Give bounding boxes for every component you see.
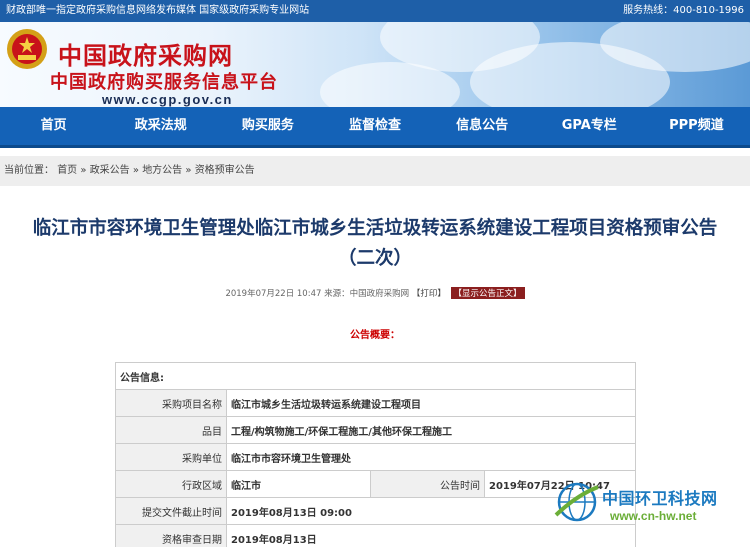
nav-item-gpa[interactable]: GPA专栏 — [536, 107, 643, 145]
national-emblem-icon — [7, 29, 47, 69]
site-banner: 中国政府采购网 中国政府购买服务信息平台 www.ccgp.gov.cn — [0, 22, 750, 107]
nav-item-supervision[interactable]: 监督检查 — [321, 107, 428, 145]
site-logo-url: www.ccgp.gov.cn — [102, 92, 233, 107]
print-link[interactable]: 【打印】 — [412, 289, 446, 299]
table-heading: 公告信息: — [115, 362, 636, 390]
watermark: 中国环卫科技网 www.cn-hw.net — [548, 475, 750, 547]
table-row: 采购项目名称 临江市城乡生活垃圾转运系统建设工程项目 — [115, 389, 636, 417]
page-title: 临江市市容环境卫生管理处临江市城乡生活垃圾转运系统建设工程项目资格预审公告（二次… — [32, 218, 718, 269]
nav-item-purchase-service[interactable]: 购买服务 — [214, 107, 321, 145]
field-label: 采购项目名称 — [115, 389, 227, 417]
breadcrumb-prequalification[interactable]: 资格预审公告 — [195, 165, 255, 176]
field-value: 临江市市容环境卫生管理处 — [226, 443, 636, 471]
table-row: 品目 工程/构筑物施工/环保工程施工/其他环保工程施工 — [115, 416, 636, 444]
breadcrumb-separator: » — [132, 165, 139, 176]
watermark-text: 中国环卫科技网 — [602, 489, 718, 508]
globe-logo-icon — [554, 482, 599, 522]
breadcrumb: 当前位置： 首页 » 政采公告 » 地方公告 » 资格预审公告 — [0, 156, 750, 186]
article-meta: 2019年07月22日 10:47 来源：中国政府采购网 【打印】 【显示公告正… — [0, 287, 750, 299]
field-value: 临江市城乡生活垃圾转运系统建设工程项目 — [226, 389, 636, 417]
watermark-url: www.cn-hw.net — [610, 509, 697, 523]
site-logo-subtitle: 中国政府购买服务信息平台 — [50, 72, 278, 93]
summary-title: 公告概要： — [350, 330, 400, 341]
nav-item-ppp[interactable]: PPP频道 — [643, 107, 750, 145]
breadcrumb-prefix: 当前位置： — [4, 165, 54, 176]
publish-info: 2019年07月22日 10:47 来源：中国政府采购网 — [225, 289, 410, 299]
field-label: 资格审查日期 — [115, 524, 227, 547]
nav-item-regulations[interactable]: 政采法规 — [107, 107, 214, 145]
top-bar-slogan: 财政部唯一指定政府采购信息网络发布媒体 国家级政府采购专业网站 — [6, 5, 310, 16]
show-body-button[interactable]: 【显示公告正文】 — [450, 287, 525, 299]
breadcrumb-gov-announcements[interactable]: 政采公告 — [90, 165, 130, 176]
breadcrumb-local-announcements[interactable]: 地方公告 — [142, 165, 182, 176]
table-row: 采购单位 临江市市容环境卫生管理处 — [115, 443, 636, 471]
field-label: 行政区域 — [115, 470, 227, 498]
field-value: 工程/构筑物施工/环保工程施工/其他环保工程施工 — [226, 416, 636, 444]
breadcrumb-separator: » — [185, 165, 192, 176]
field-label: 提交文件截止时间 — [115, 497, 227, 525]
table-row: 公告信息: — [115, 362, 636, 390]
field-label: 公告时间 — [370, 470, 485, 498]
top-bar: 财政部唯一指定政府采购信息网络发布媒体 国家级政府采购专业网站 服务热线：400… — [0, 0, 750, 22]
site-logo-title[interactable]: 中国政府采购网 — [58, 36, 233, 71]
field-label: 品目 — [115, 416, 227, 444]
field-label: 采购单位 — [115, 443, 227, 471]
breadcrumb-home[interactable]: 首页 — [57, 165, 77, 176]
main-nav: 首页 政采法规 购买服务 监督检查 信息公告 GPA专栏 PPP频道 — [0, 107, 750, 148]
service-hotline: 服务热线：400-810-1996 — [623, 5, 744, 16]
nav-item-home[interactable]: 首页 — [0, 107, 107, 145]
field-value: 临江市 — [226, 470, 371, 498]
breadcrumb-separator: » — [80, 165, 87, 176]
nav-item-announcements[interactable]: 信息公告 — [429, 107, 536, 145]
